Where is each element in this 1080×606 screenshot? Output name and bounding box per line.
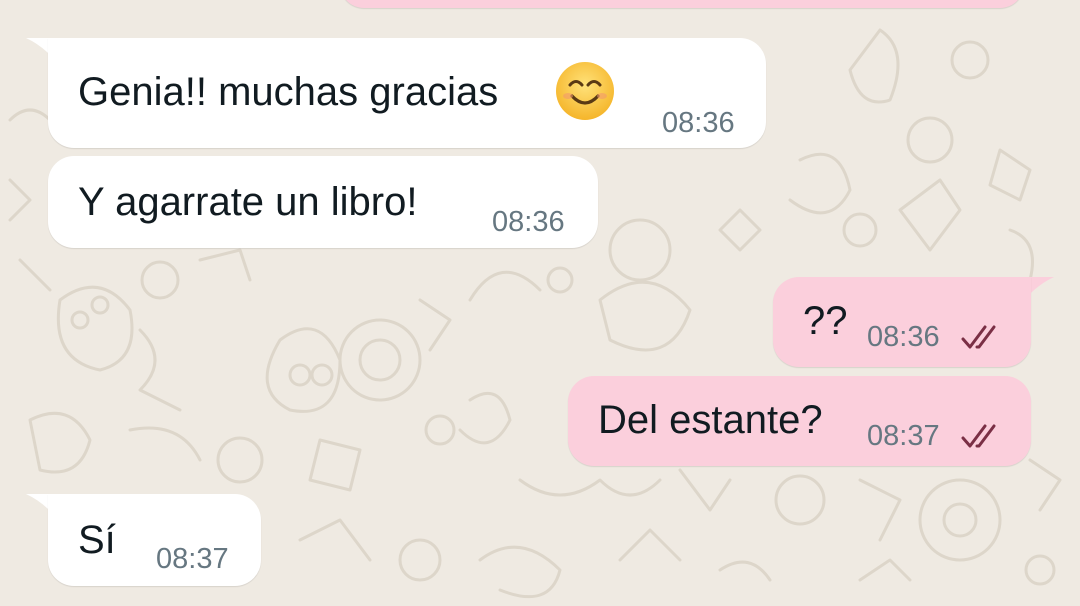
- message-bubble-incoming[interactable]: Sí 08:37: [48, 494, 261, 586]
- message-text: Genia!! muchas gracias: [78, 70, 499, 114]
- message-bubble-incoming[interactable]: Genia!! muchas gracias 08:36: [48, 38, 766, 148]
- message-time: 08:37: [156, 543, 229, 575]
- message-time: 08:36: [662, 107, 735, 139]
- message-bubble-outgoing[interactable]: ?? 08:36: [773, 277, 1031, 367]
- message-bubble-incoming[interactable]: Y agarrate un libro! 08:36: [48, 156, 598, 248]
- message-bubble-partial[interactable]: [340, 0, 1024, 8]
- message-time: 08:36: [492, 206, 565, 238]
- read-double-check-icon: [961, 424, 996, 448]
- message-time: 08:37: [867, 420, 940, 452]
- message-text: Sí: [78, 518, 116, 562]
- message-text: Del estante?: [598, 398, 823, 442]
- chat-screen: { "colors": { "wallpaper": "#efeae2", "i…: [0, 0, 1080, 606]
- message-time: 08:36: [867, 321, 940, 353]
- message-text: Y agarrate un libro!: [78, 180, 418, 224]
- message-text: ??: [803, 299, 848, 343]
- smiling-face-emoji: [556, 62, 614, 120]
- message-bubble-outgoing[interactable]: Del estante? 08:37: [568, 376, 1031, 466]
- read-double-check-icon: [961, 325, 996, 349]
